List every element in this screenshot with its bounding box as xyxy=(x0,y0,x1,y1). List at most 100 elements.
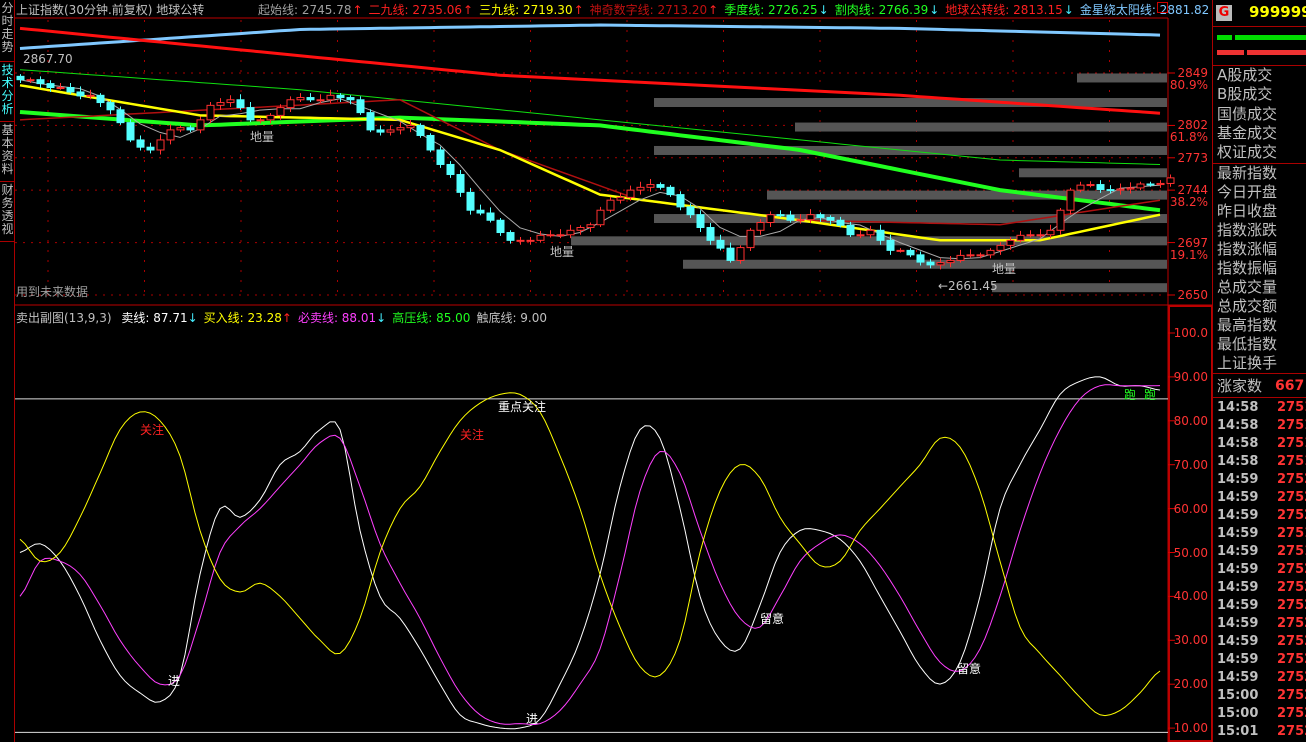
annotation-run: 跑 xyxy=(1144,388,1157,402)
candle-down xyxy=(336,94,345,99)
candle-down xyxy=(236,99,245,109)
quote-field-label: 指数涨跌 xyxy=(1217,221,1278,239)
candle-down xyxy=(66,87,75,93)
candle-up xyxy=(156,139,165,151)
quote-field-label: 最新指数 xyxy=(1217,164,1278,182)
sub-indicator-value: 高压线: 85.00 xyxy=(392,311,471,325)
candle-down xyxy=(486,212,495,221)
tick-time: 14:59 xyxy=(1217,580,1259,595)
candle-down xyxy=(506,232,515,241)
candle-down xyxy=(666,186,675,196)
tick-time: 14:58 xyxy=(1217,436,1259,451)
candle-up xyxy=(166,129,175,141)
tick-price: 2752 xyxy=(1277,562,1306,577)
indicator-value: 割肉线: 2766.39 xyxy=(834,3,929,17)
annotation-focus: 关注 xyxy=(460,428,485,442)
sub-indicator-value: 卖线: 87.71 xyxy=(121,311,188,325)
candle-up xyxy=(996,244,1005,251)
axis-pct-label: 19.1% xyxy=(1169,247,1208,262)
candle-up xyxy=(866,229,875,236)
tick-time: 14:59 xyxy=(1217,652,1259,667)
arrow-up-icon: ↑ xyxy=(463,3,474,17)
tick-price: 2752 xyxy=(1277,706,1306,721)
quote-field-label: 总成交量 xyxy=(1217,278,1278,296)
candle-down xyxy=(816,214,825,218)
annotation-watch: 留意 xyxy=(760,612,785,626)
candle-down xyxy=(366,112,375,131)
candle-up xyxy=(256,119,265,122)
arrow-up-icon: ↑ xyxy=(281,311,292,325)
tick-price: 2751 xyxy=(1277,454,1306,469)
tick-price: 2751 xyxy=(1277,526,1306,541)
volume-profile-bar xyxy=(795,122,1167,132)
candle-up xyxy=(226,99,235,104)
annotation-enter: 进 xyxy=(526,712,539,726)
candle-up xyxy=(606,199,615,211)
candle-down xyxy=(906,249,915,256)
rising-count-value: 667 xyxy=(1275,378,1305,394)
candle-down xyxy=(726,247,735,261)
annotation-enter: 进 xyxy=(168,674,181,688)
candle-down xyxy=(376,129,385,133)
tick-time: 14:59 xyxy=(1217,598,1259,613)
rising-count-label: 涨家数 xyxy=(1217,377,1263,395)
candle-up xyxy=(56,87,65,90)
chart-canvas[interactable] xyxy=(0,0,1306,742)
quote-field-label: 总成交额 xyxy=(1217,297,1278,315)
badge-g-icon[interactable]: G xyxy=(1216,5,1232,21)
tick-time: 14:58 xyxy=(1217,400,1259,415)
tick-time: 15:01 xyxy=(1217,724,1259,739)
candle-up xyxy=(946,259,955,264)
quote-field-label: 今日开盘 xyxy=(1217,183,1278,201)
candle-up xyxy=(1016,234,1025,241)
sub-chart-header: 卖出副图(13,9,3) 卖线: 87.71↓ 买入线: 23.28↑ 必卖线: 8… xyxy=(16,309,547,326)
candle-down xyxy=(916,254,925,263)
candle-up xyxy=(396,127,405,131)
volume-profile-bar xyxy=(1019,168,1167,178)
candle-up xyxy=(196,119,205,131)
window-toggle-icon[interactable] xyxy=(1157,2,1168,13)
candle-down xyxy=(36,79,45,85)
candle-down xyxy=(466,191,475,211)
arrow-down-icon: ↓ xyxy=(929,3,940,17)
arrow-down-icon: ↓ xyxy=(818,3,829,17)
candle-up xyxy=(1116,188,1125,191)
candle-down xyxy=(886,239,895,251)
candle-down xyxy=(926,261,935,266)
candle-down xyxy=(1146,183,1155,186)
quote-field-label: A股成交 xyxy=(1217,66,1273,84)
tick-time: 14:59 xyxy=(1217,634,1259,649)
candle-down xyxy=(786,214,795,221)
tick-price: 2751 xyxy=(1277,400,1306,415)
candle-up xyxy=(896,249,905,252)
tick-time: 14:58 xyxy=(1217,418,1259,433)
quote-field-label: 权证成交 xyxy=(1217,143,1278,162)
candle-up xyxy=(806,214,815,221)
candle-up xyxy=(536,234,545,241)
candle-up xyxy=(986,249,995,256)
candle-up xyxy=(176,127,185,131)
tick-time: 15:00 xyxy=(1217,706,1259,721)
ma-line-地球公转线 xyxy=(19,26,1161,115)
candle-up xyxy=(26,79,35,82)
candle-down xyxy=(686,206,695,216)
candle-down xyxy=(696,214,705,229)
quote-field-label: 基金成交 xyxy=(1217,123,1278,142)
tick-time: 14:58 xyxy=(1217,454,1259,469)
candle-up xyxy=(586,224,595,229)
candle-down xyxy=(416,124,425,136)
axis-value-label: 80.00 xyxy=(1173,413,1208,428)
candle-up xyxy=(276,107,285,116)
candle-down xyxy=(426,134,435,151)
tick-price: 2752 xyxy=(1277,580,1306,595)
candle-down xyxy=(656,184,665,188)
tick-price: 2752 xyxy=(1277,652,1306,667)
tick-time: 14:59 xyxy=(1217,526,1259,541)
candle-down xyxy=(126,122,135,141)
candle-down xyxy=(46,83,55,89)
tick-price: 2752 xyxy=(1277,598,1306,613)
candle-down xyxy=(476,209,485,214)
candle-up xyxy=(526,239,535,242)
arrow-down-icon: ↓ xyxy=(1063,3,1074,17)
axis-value-label: 60.00 xyxy=(1173,501,1208,516)
